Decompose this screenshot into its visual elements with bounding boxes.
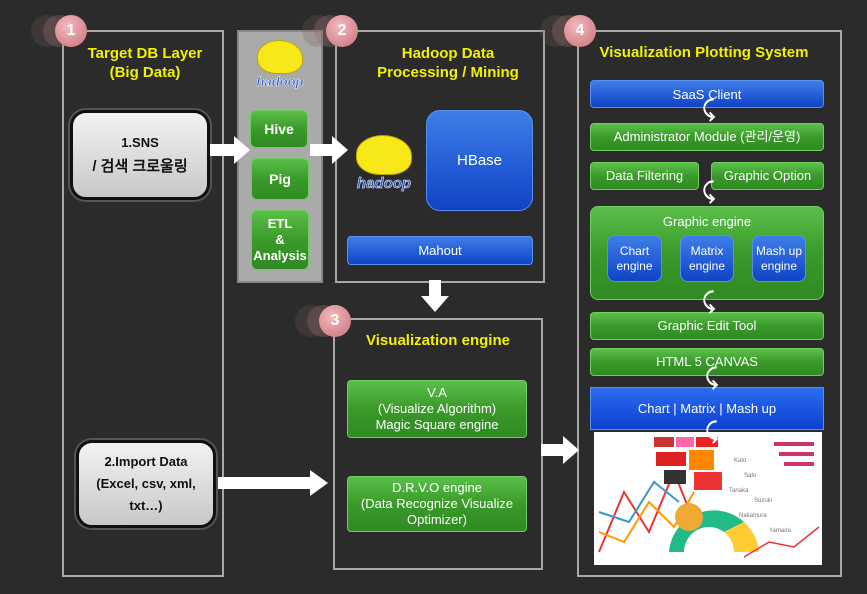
import-formats: txt…) <box>129 498 163 513</box>
mahout-box[interactable]: Mahout <box>347 236 533 265</box>
svg-text:Sato: Sato <box>744 473 757 479</box>
import-label: 2.Import Data <box>104 454 188 469</box>
chart-engine-label: Chart <box>619 243 650 258</box>
title-line: Hadoop Data <box>401 45 495 62</box>
visualization-plotting-title: Visualization Plotting System <box>599 44 809 61</box>
drvo-label: (Data Recognize Visualize <box>360 496 514 511</box>
mashup-engine-label: Mash up <box>755 243 803 258</box>
visualization-collage-image: Kato Sato Tanaka Suzuki Nakamura Yamada <box>594 432 822 565</box>
matrix-engine-box[interactable]: Matrix engine <box>680 235 734 282</box>
visualization-engine-title: Visualization engine <box>366 332 510 349</box>
arrow-right-icon <box>541 436 579 464</box>
chart-engine-label: engine <box>616 258 653 273</box>
collage-graphic: Kato Sato Tanaka Suzuki Nakamura Yamada <box>598 437 820 558</box>
graphic-option-box[interactable]: Graphic Option <box>711 162 824 190</box>
svg-text:Kato: Kato <box>734 458 747 464</box>
sns-crawling-box[interactable]: 1.SNS / 검색 크로울링 <box>70 110 210 200</box>
va-label: Magic Square engine <box>375 417 499 432</box>
svg-text:Nakamura: Nakamura <box>739 513 767 519</box>
drvo-label: Optimizer) <box>407 512 467 527</box>
va-label: (Visualize Algorithm) <box>377 401 497 416</box>
curved-arrow-icon: ⤹ <box>705 418 719 443</box>
etl-label: & <box>275 232 285 247</box>
svg-text:Yamada: Yamada <box>769 528 792 534</box>
chart-engine-box[interactable]: Chart engine <box>607 235 662 282</box>
hadoop-processing-title: Hadoop Data Processing / Mining <box>350 44 546 82</box>
data-filtering-box[interactable]: Data Filtering <box>590 162 699 190</box>
hadoop-logo: hadoop <box>248 40 312 89</box>
svg-text:Tanaka: Tanaka <box>729 488 749 494</box>
sns-sublabel: / 검색 크로울링 <box>92 158 188 175</box>
step-badge-1: 1 <box>55 15 87 47</box>
curved-arrow-icon: ⤹ <box>702 178 716 203</box>
arrow-right-icon <box>310 136 348 164</box>
va-label: V.A <box>427 385 447 400</box>
graphic-edit-tool-box[interactable]: Graphic Edit Tool <box>590 312 824 340</box>
etl-label: ETL <box>267 216 293 231</box>
etl-analysis-box[interactable]: ETL & Analysis <box>251 210 309 270</box>
step-badge-2: 2 <box>326 15 358 47</box>
graphic-engine-label: Graphic engine <box>662 214 752 229</box>
svg-text:Suzuki: Suzuki <box>754 498 772 504</box>
arrow-right-icon <box>218 470 328 496</box>
title-line: Processing / Mining <box>377 64 519 81</box>
target-db-layer-title: Target DB Layer (Big Data) <box>70 44 220 82</box>
mashup-engine-label: engine <box>760 258 798 273</box>
pig-box[interactable]: Pig <box>251 158 309 200</box>
etl-label: Analysis <box>253 248 307 263</box>
matrix-engine-label: engine <box>688 258 726 273</box>
sns-label: 1.SNS <box>121 135 159 150</box>
hbase-box[interactable]: HBase <box>426 110 533 211</box>
arrow-right-icon <box>210 136 250 164</box>
hive-box[interactable]: Hive <box>250 110 308 148</box>
visualization-engine-panel <box>333 318 543 570</box>
administrator-module-box[interactable]: Administrator Module (관리/운영) <box>590 123 824 151</box>
hadoop-logo: hadoop <box>348 135 420 192</box>
import-data-box[interactable]: 2.Import Data (Excel, csv, xml, txt…) <box>76 440 216 528</box>
mashup-engine-box[interactable]: Mash up engine <box>752 235 806 282</box>
matrix-engine-label: Matrix <box>690 243 724 258</box>
curved-arrow-icon: ⤹ <box>702 288 716 313</box>
drvo-label: D.R.V.O engine <box>392 480 482 495</box>
arrow-down-icon <box>421 280 449 312</box>
import-formats: (Excel, csv, xml, <box>96 476 196 491</box>
va-engine-box[interactable]: V.A (Visualize Algorithm) Magic Square eng… <box>347 380 527 438</box>
curved-arrow-icon: ⤹ <box>702 96 716 121</box>
title-line: Target DB Layer <box>87 45 203 62</box>
title-line: (Big Data) <box>109 64 181 81</box>
drvo-engine-box[interactable]: D.R.V.O engine (Data Recognize Visualize O… <box>347 476 527 532</box>
curved-arrow-icon: ⤹ <box>705 364 719 389</box>
